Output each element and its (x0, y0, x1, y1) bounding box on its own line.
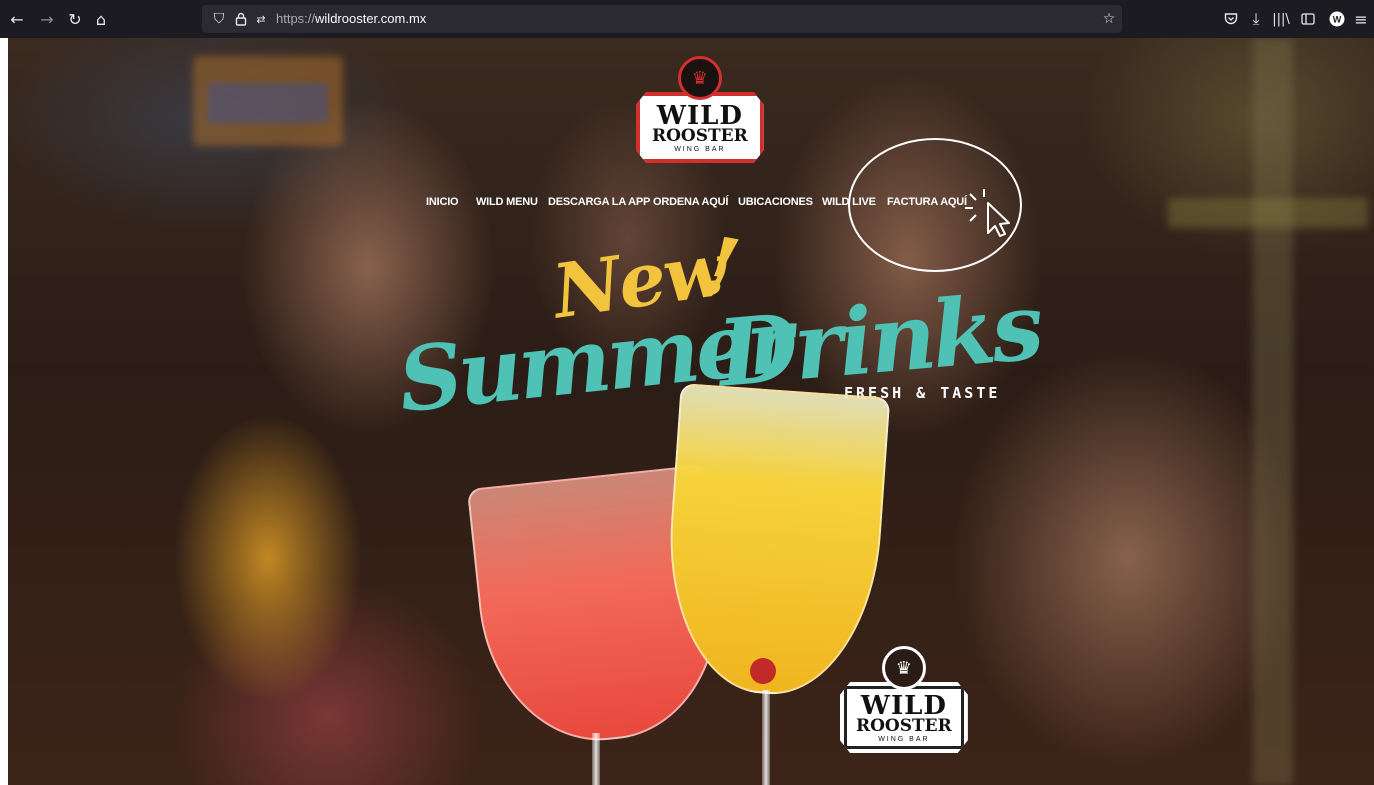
browser-toolbar: ← → ↻ ⌂ ⛉ ⇄ https://wildrooster.com.mx ☆… (0, 0, 1374, 38)
cherry-garnish (750, 658, 776, 684)
reload-icon[interactable]: ↻ (64, 8, 86, 30)
lock-icon[interactable] (232, 9, 250, 29)
logo-line3: WING BAR (674, 146, 726, 153)
hamburger-menu-icon[interactable]: ≡ (1350, 8, 1372, 30)
url-text[interactable]: https://wildrooster.com.mx (276, 11, 426, 26)
logo-line2: ROOSTER (652, 126, 748, 146)
library-icon[interactable]: |||\ (1270, 8, 1292, 30)
url-bar[interactable]: ⛉ ⇄ https://wildrooster.com.mx ☆ (202, 5, 1122, 33)
nav-item-inicio[interactable]: INICIO (426, 196, 459, 208)
rooster-icon: ♛ (677, 56, 722, 100)
nav-item-ordena-aqui[interactable]: ORDENA AQUÍ (653, 196, 728, 208)
pointer-cursor-icon (965, 189, 1010, 237)
forward-icon[interactable]: → (36, 8, 58, 30)
nav-item-wild-menu[interactable]: WILD MENU (476, 196, 538, 208)
star-icon[interactable]: ☆ (1100, 9, 1118, 29)
logo-shield: WILD ROOSTER WING BAR (636, 92, 764, 163)
permissions-icon[interactable]: ⇄ (252, 9, 270, 29)
logo-line3: WING BAR (878, 736, 930, 743)
logo-line2: ROOSTER (856, 716, 952, 736)
header-logo[interactable]: ♛ WILD ROOSTER WING BAR (636, 56, 764, 163)
download-icon[interactable]: ⤓ (1245, 8, 1267, 30)
home-icon[interactable]: ⌂ (90, 8, 112, 30)
bottom-logo: ♛ WILD ROOSTER WING BAR (840, 646, 968, 753)
nav-item-ubicaciones[interactable]: UBICACIONES (738, 196, 813, 208)
logo-shield: WILD ROOSTER WING BAR (840, 682, 968, 753)
back-icon[interactable]: ← (6, 8, 28, 30)
account-icon[interactable]: W (1326, 8, 1348, 30)
rooster-icon: ♛ (881, 646, 926, 690)
sidebar-icon[interactable] (1297, 8, 1319, 30)
logo-line1: WILD (860, 691, 947, 721)
page-viewport: ♛ WILD ROOSTER WING BAR INICIO WILD MENU… (8, 38, 1374, 785)
shield-icon[interactable]: ⛉ (210, 9, 228, 29)
logo-line1: WILD (656, 101, 743, 131)
pocket-icon[interactable] (1220, 8, 1242, 30)
svg-text:W: W (1333, 15, 1342, 25)
nav-item-descarga-la-app[interactable]: DESCARGA LA APP (548, 196, 650, 208)
